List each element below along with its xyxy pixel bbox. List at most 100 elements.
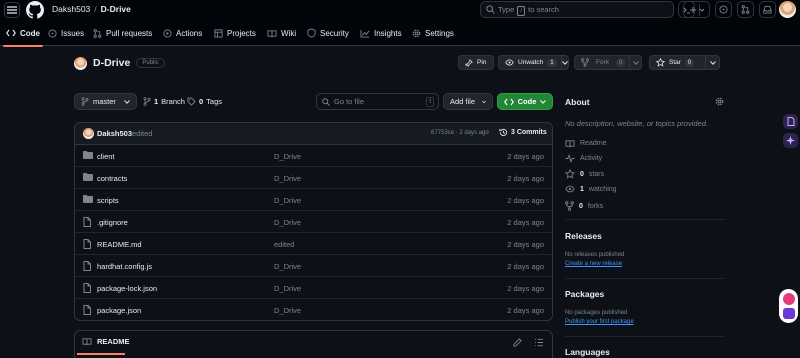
outline-list-icon[interactable] [534, 338, 544, 347]
code-button[interactable]: Code [497, 93, 553, 110]
tags-link[interactable]: 0 Tags [187, 93, 222, 110]
ai-sparkle-widget[interactable] [783, 133, 798, 148]
user-avatar[interactable] [779, 1, 796, 18]
file-date: 2 days ago [507, 196, 544, 205]
hamburger-menu-button[interactable] [4, 2, 20, 18]
file-commit-message[interactable]: D_Drive [274, 262, 301, 271]
file-name[interactable]: package-lock.json [97, 284, 157, 293]
star-label: Star [669, 59, 681, 66]
releases-heading[interactable]: Releases [565, 231, 602, 241]
file-commit-message[interactable]: edited [274, 240, 294, 249]
file-commit-message[interactable]: D_Drive [274, 306, 301, 315]
file-name[interactable]: client [97, 152, 115, 161]
tab-pull-requests[interactable]: Pull requests [93, 20, 152, 46]
sidebar-divider [565, 336, 724, 337]
file-name[interactable]: README.md [97, 240, 142, 249]
pin-button[interactable]: Pin [458, 55, 494, 70]
tab-security[interactable]: Security [307, 20, 349, 46]
repo-description: No description, website, or topics provi… [565, 119, 708, 128]
file-row[interactable]: hardhat.config.js D_Drive 2 days ago [75, 255, 552, 277]
commit-author[interactable]: Daksh503 [97, 129, 132, 138]
file-name[interactable]: .gitignore [97, 218, 128, 227]
repo-link[interactable]: D-Drive [101, 4, 131, 14]
file-name[interactable]: contracts [97, 174, 127, 183]
assistant-widget[interactable] [779, 289, 798, 323]
create-release-link[interactable]: Create a new release [565, 261, 622, 267]
branches-link[interactable]: 1 Branch [143, 93, 185, 110]
file-commit-message[interactable]: D_Drive [274, 174, 301, 183]
tab-issues[interactable]: Issues [48, 20, 84, 46]
watch-dropdown[interactable] [560, 56, 568, 69]
file-commit-message[interactable]: D_Drive [274, 152, 301, 161]
pull-requests-button[interactable] [737, 1, 754, 18]
repo-name[interactable]: D-Drive [93, 57, 130, 69]
star-button[interactable]: Star 0 [649, 55, 720, 70]
file-commit-message[interactable]: D_Drive [274, 196, 301, 205]
hamburger-icon [7, 6, 17, 14]
file-icon [83, 217, 91, 227]
commits-link[interactable]: 3 Commits [499, 128, 547, 137]
extension-widget[interactable] [783, 114, 798, 129]
tab-actions[interactable]: Actions [163, 20, 202, 46]
file-row[interactable]: contracts D_Drive 2 days ago [75, 167, 552, 189]
tab-settings[interactable]: Settings [412, 20, 454, 46]
sidebar-forks-link[interactable]: 0 forks [565, 201, 603, 211]
tab-wiki[interactable]: Wiki [267, 20, 296, 46]
star-dropdown[interactable] [705, 56, 719, 69]
file-row[interactable]: README.md edited 2 days ago [75, 233, 552, 255]
gear-icon[interactable] [715, 97, 724, 106]
sidebar-readme-link[interactable]: Readme [565, 139, 606, 148]
publish-package-link[interactable]: Publish your first package [565, 319, 634, 325]
unwatch-button[interactable]: Unwatch 1 [498, 55, 569, 70]
packages-heading[interactable]: Packages [565, 289, 604, 299]
pencil-icon[interactable] [513, 338, 522, 347]
commit-message[interactable]: edited [132, 129, 152, 138]
owner-link[interactable]: Daksh503 [52, 4, 90, 14]
file-name[interactable]: package.json [97, 306, 141, 315]
file-commit-message[interactable]: D_Drive [274, 218, 301, 227]
file-name[interactable]: scripts [97, 196, 119, 205]
issues-button[interactable] [715, 1, 732, 18]
tab-code[interactable]: Code [3, 20, 43, 47]
inbox-icon [763, 5, 772, 14]
file-date: 2 days ago [507, 152, 544, 161]
sidebar-divider [565, 278, 724, 279]
file-row[interactable]: client D_Drive 2 days ago [75, 145, 552, 167]
file-name[interactable]: hardhat.config.js [97, 262, 152, 271]
file-icon-wrap [83, 305, 91, 315]
search-placeholder: Type / to search [498, 5, 559, 16]
graph-icon [360, 29, 370, 38]
repo-title: D-Drive Public [74, 55, 165, 71]
star-icon [565, 169, 575, 179]
tab-security-label: Security [320, 28, 349, 38]
file-icon-wrap [83, 217, 91, 227]
file-row[interactable]: package.json D_Drive 2 days ago [75, 299, 552, 320]
fork-dropdown[interactable] [629, 56, 641, 69]
fork-button[interactable]: Fork 0 [574, 55, 642, 70]
commit-hash-date[interactable]: 67753ce · 2 days ago [431, 130, 489, 136]
sidebar-activity-label: Activity [580, 155, 603, 162]
stars-label: stars [588, 170, 605, 178]
tab-pull-requests-label: Pull requests [106, 28, 153, 38]
file-row[interactable]: .gitignore D_Drive 2 days ago [75, 211, 552, 233]
inbox-button[interactable] [759, 1, 776, 18]
global-search-input[interactable]: Type / to search [480, 1, 674, 18]
branch-icon [81, 97, 89, 106]
add-file-button[interactable]: Add file [443, 93, 493, 110]
create-new-button[interactable] [683, 1, 710, 18]
tab-insights[interactable]: Insights [360, 20, 402, 46]
sidebar-activity-link[interactable]: Activity [565, 154, 602, 163]
file-row[interactable]: package-lock.json D_Drive 2 days ago [75, 277, 552, 299]
file-date: 2 days ago [507, 262, 544, 271]
readme-tab[interactable]: README [82, 337, 130, 346]
star-icon [656, 58, 665, 67]
file-row[interactable]: scripts D_Drive 2 days ago [75, 189, 552, 211]
sidebar-watching-link[interactable]: 1 watching [565, 185, 617, 193]
branch-selector[interactable]: master [74, 93, 137, 110]
branch-label: Branch [161, 97, 185, 106]
tab-projects[interactable]: Projects [214, 20, 256, 46]
file-commit-message[interactable]: D_Drive [274, 284, 301, 293]
go-to-file-input[interactable]: Go to file t [316, 93, 439, 110]
github-logo-icon[interactable] [26, 1, 44, 19]
sidebar-stars-link[interactable]: 0 stars [565, 169, 604, 179]
